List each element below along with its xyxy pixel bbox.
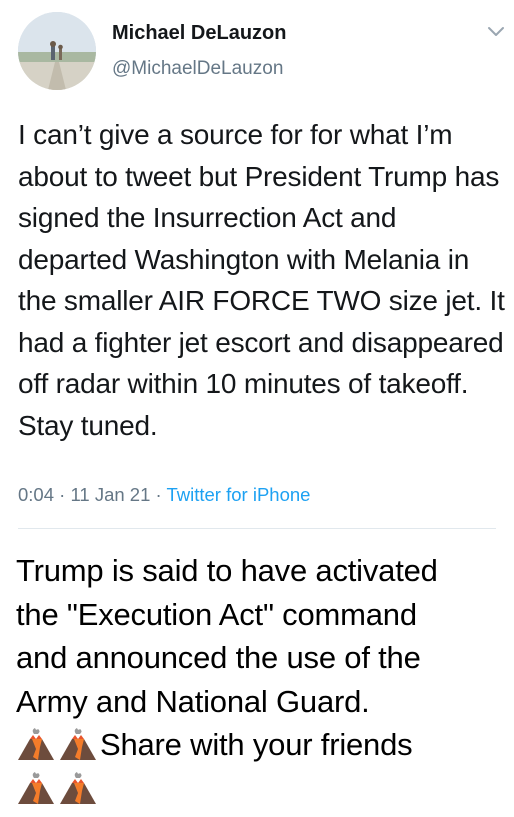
display-name[interactable]: Michael DeLauzon [112, 22, 286, 45]
caption-line: and announced the use of the [16, 640, 421, 675]
caption-line: Trump is said to have activated [16, 553, 438, 588]
volcano-icon [60, 771, 96, 804]
caption-text: Trump is said to have activated the "Exe… [16, 549, 506, 810]
chevron-down-icon[interactable] [486, 24, 506, 40]
caption-line-share: Share with your friends [16, 723, 506, 767]
tweet-source-link[interactable]: Twitter for iPhone [166, 484, 310, 505]
divider [18, 528, 496, 529]
profile-avatar[interactable] [18, 12, 96, 90]
caption-line-emoji [16, 767, 506, 811]
tweet-date: 11 Jan 21 [70, 484, 151, 505]
caption-line: the "Execution Act" command [16, 596, 417, 632]
meta-separator: · [59, 484, 66, 505]
meta-separator: · [155, 484, 162, 505]
share-text: Share with your friends [100, 727, 413, 762]
tweet-meta: 0:04 · 11 Jan 21 · Twitter for iPhone [18, 484, 310, 506]
caption-line: Army and National Guard. [16, 683, 370, 719]
tweet-time: 0:04 [18, 484, 55, 505]
volcano-icon [18, 771, 54, 804]
volcano-icon [18, 728, 54, 760]
tweet-card[interactable]: Michael DeLauzon @MichaelDeLauzon I can’… [0, 0, 514, 528]
user-handle[interactable]: @MichaelDeLauzon [112, 58, 283, 80]
tweet-text: I can’t give a source for for what I’m a… [18, 119, 505, 441]
volcano-icon [60, 728, 96, 760]
profile-photo-icon [18, 12, 96, 90]
